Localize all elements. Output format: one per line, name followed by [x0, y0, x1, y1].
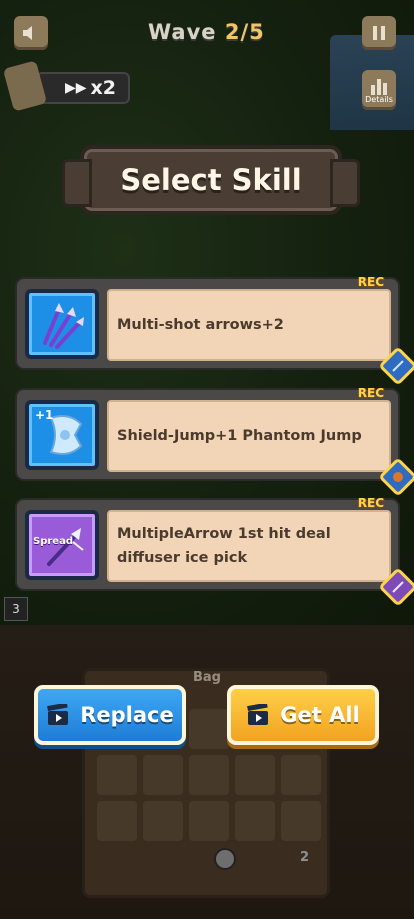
details-label: Details — [365, 94, 393, 104]
banner-left-wing — [62, 159, 92, 207]
get-all-button[interactable]: Get All — [227, 685, 379, 745]
skill-icon-frame: Spread — [25, 510, 99, 580]
video-ad-icon — [47, 704, 69, 725]
wave-label: Wave — [148, 20, 217, 44]
speed-value: x2 — [90, 77, 116, 99]
arrow-type-icon — [392, 581, 404, 593]
arrow-type-icon — [392, 360, 404, 372]
wave-value: 2/5 — [224, 20, 265, 44]
skill-card-2[interactable]: +1 Shield-Jump+1 Phantom Jump REC — [15, 386, 414, 497]
skill-icon-frame: +1 — [25, 400, 99, 470]
skill-card-3[interactable]: Spread MultipleArrow 1st hit deal diffus… — [15, 496, 414, 607]
replace-button[interactable]: Replace — [34, 685, 186, 745]
wave-indicator: Wave 2/5 — [148, 20, 265, 44]
bar-chart-icon — [371, 78, 387, 95]
skill-description-panel: Shield-Jump+1 Phantom Jump — [107, 400, 391, 472]
pause-icon — [373, 26, 385, 40]
recommended-badge: REC — [357, 275, 384, 289]
page-title: Select Skill — [120, 163, 302, 197]
skill-description: Multi-shot arrows+2 — [117, 317, 284, 333]
fast-forward-icon: ▶▶ — [64, 80, 87, 96]
level-number: 3 — [4, 597, 28, 621]
banner-right-wing — [330, 159, 360, 207]
video-ad-icon — [247, 704, 269, 725]
skill-icon-text: Spread — [33, 536, 73, 547]
skill-card-1[interactable]: Multi-shot arrows+2 REC — [15, 275, 414, 386]
speaker-icon — [23, 26, 32, 40]
sound-button[interactable] — [14, 16, 48, 50]
get-all-label: Get All — [280, 703, 360, 727]
speed-toggle[interactable]: ▶▶ x2 — [36, 72, 130, 104]
skill-icon-text: +1 — [35, 408, 54, 422]
skill-icon-frame — [25, 289, 99, 359]
triple-arrow-icon — [43, 303, 84, 349]
pause-button[interactable] — [362, 16, 396, 50]
skill-description-panel: Multi-shot arrows+2 — [107, 289, 391, 361]
skill-description-panel: MultipleArrow 1st hit deal diffuser ice … — [107, 510, 391, 582]
recommended-badge: REC — [357, 386, 384, 400]
replace-label: Replace — [80, 703, 174, 727]
skill-description: Shield-Jump+1 Phantom Jump — [117, 428, 362, 444]
skill-description: MultipleArrow 1st hit deal diffuser ice … — [117, 526, 331, 566]
recommended-badge: REC — [357, 496, 384, 510]
shield-type-icon — [393, 472, 403, 482]
details-button[interactable]: Details — [362, 70, 396, 110]
title-banner: Select Skill — [62, 145, 360, 215]
